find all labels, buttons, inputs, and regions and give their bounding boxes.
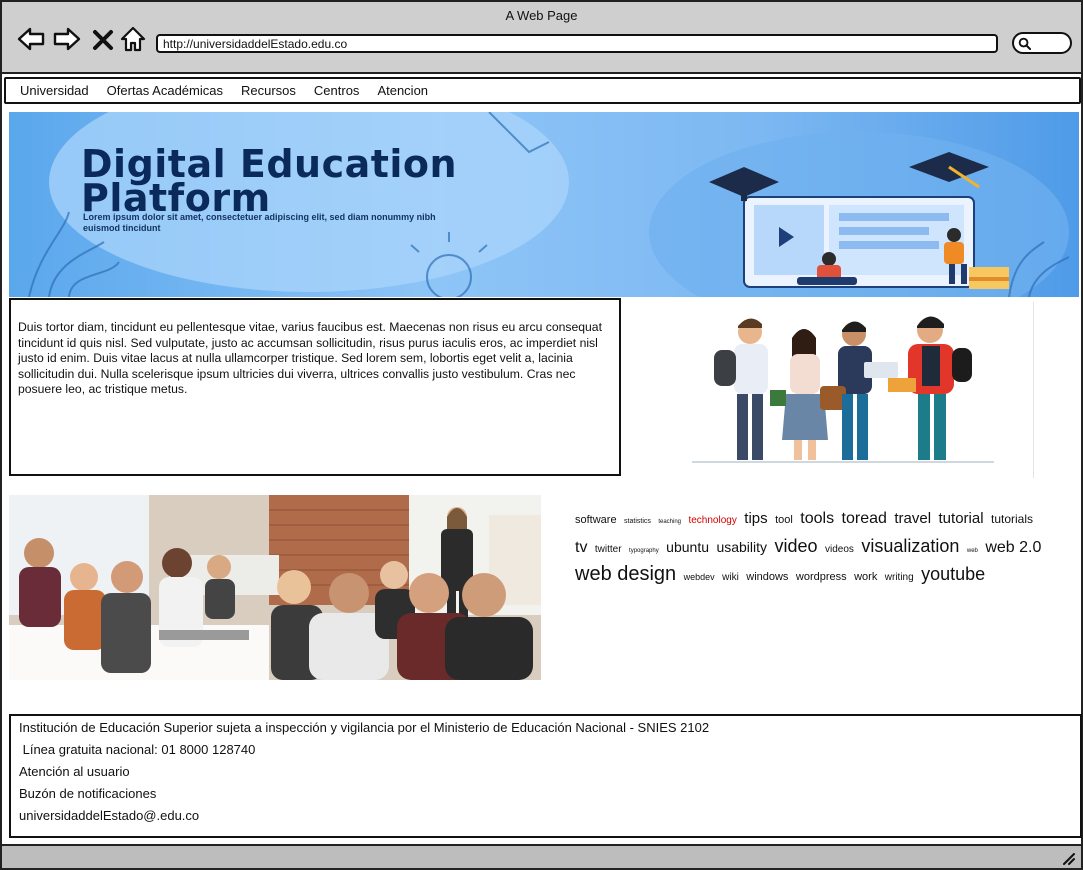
tag-ubuntu[interactable]: ubuntu xyxy=(666,539,709,555)
home-icon[interactable] xyxy=(118,24,148,54)
url-input[interactable]: http://universidaddelEstado.edu.co xyxy=(156,34,998,53)
footer-email-link[interactable]: universidaddelEstado@.edu.co xyxy=(19,808,1080,830)
browser-chrome: A Web Page http://universidaddelEstado.e… xyxy=(2,2,1081,74)
tag-web-design[interactable]: web design xyxy=(575,563,676,585)
menu-item-centros[interactable]: Centros xyxy=(314,83,360,98)
tag-videos[interactable]: videos xyxy=(825,544,854,555)
tag-cloud: software statistics teaching technology … xyxy=(575,507,1045,590)
tag-typography[interactable]: typography xyxy=(629,548,659,554)
tag-web-2-0[interactable]: web 2.0 xyxy=(985,539,1041,556)
hero-title: Digital Education Platform xyxy=(81,142,458,220)
resize-grip-icon[interactable] xyxy=(1061,851,1075,865)
tag-travel[interactable]: travel xyxy=(894,510,931,527)
menu-item-atencion[interactable]: Atencion xyxy=(377,83,428,98)
tag-tutorials[interactable]: tutorials xyxy=(991,512,1033,526)
online-learning-illustration xyxy=(709,152,1009,289)
browser-window: A Web Page http://universidaddelEstado.e… xyxy=(0,0,1083,870)
tag-wordpress[interactable]: wordpress xyxy=(796,571,847,583)
tag-wiki[interactable]: wiki xyxy=(722,572,739,583)
search-icon xyxy=(1018,37,1031,50)
hero-subtitle: Lorem ipsum dolor sit amet, consectetuer… xyxy=(83,212,436,233)
intro-text-box: Duis tortor diam, tincidunt eu pellentes… xyxy=(9,298,621,476)
tag-tips[interactable]: tips xyxy=(744,510,767,527)
menu-item-ofertas-academicas[interactable]: Ofertas Académicas xyxy=(107,83,223,98)
tag-video[interactable]: video xyxy=(775,536,818,556)
tag-usability[interactable]: usability xyxy=(716,539,767,555)
tag-teaching[interactable]: teaching xyxy=(658,519,681,525)
tag-tutorial[interactable]: tutorial xyxy=(939,510,984,527)
intro-paragraph: Duis tortor diam, tincidunt eu pellentes… xyxy=(18,320,602,396)
tag-tool[interactable]: tool xyxy=(775,514,793,526)
search-field[interactable] xyxy=(1012,32,1072,54)
tag-tools[interactable]: tools xyxy=(800,510,834,527)
status-bar xyxy=(2,844,1081,868)
tag-writing[interactable]: writing xyxy=(885,572,914,583)
hero-banner: Digital Education Platform Lorem ipsum d… xyxy=(9,112,1079,297)
tag-statistics[interactable]: statistics xyxy=(624,518,651,525)
close-x-icon[interactable] xyxy=(90,24,116,54)
main-menu: Universidad Ofertas Académicas Recursos … xyxy=(4,77,1081,104)
tag-webdev[interactable]: webdev xyxy=(684,572,715,582)
tag-windows[interactable]: windows xyxy=(746,571,788,583)
back-arrow-icon[interactable] xyxy=(16,24,46,54)
tag-visualization[interactable]: visualization xyxy=(861,536,959,556)
menu-item-recursos[interactable]: Recursos xyxy=(241,83,296,98)
classroom-photo xyxy=(9,495,541,680)
tag-tv[interactable]: tv xyxy=(575,539,587,556)
footer-accreditation: Institución de Educación Superior sujeta… xyxy=(19,720,710,735)
tag-twitter[interactable]: twitter xyxy=(595,544,622,555)
students-group-image xyxy=(682,302,1034,478)
menu-item-universidad[interactable]: Universidad xyxy=(20,83,89,98)
tag-toread[interactable]: toread xyxy=(842,510,887,527)
tag-technology[interactable]: technology xyxy=(688,515,736,526)
tag-software[interactable]: software xyxy=(575,514,617,526)
footer: Institución de Educación Superior sujeta… xyxy=(9,714,1082,838)
tag-work[interactable]: work xyxy=(854,571,877,583)
forward-arrow-icon[interactable] xyxy=(52,24,82,54)
footer-notifications-link[interactable]: Buzón de notificaciones xyxy=(19,786,1080,808)
tag-youtube[interactable]: youtube xyxy=(921,564,985,584)
tag-web[interactable]: web xyxy=(967,548,978,554)
footer-phone: Línea gratuita nacional: 01 8000 128740 xyxy=(19,742,256,757)
window-title: A Web Page xyxy=(505,8,578,23)
footer-user-attention-link[interactable]: Atención al usuario xyxy=(19,764,1080,786)
